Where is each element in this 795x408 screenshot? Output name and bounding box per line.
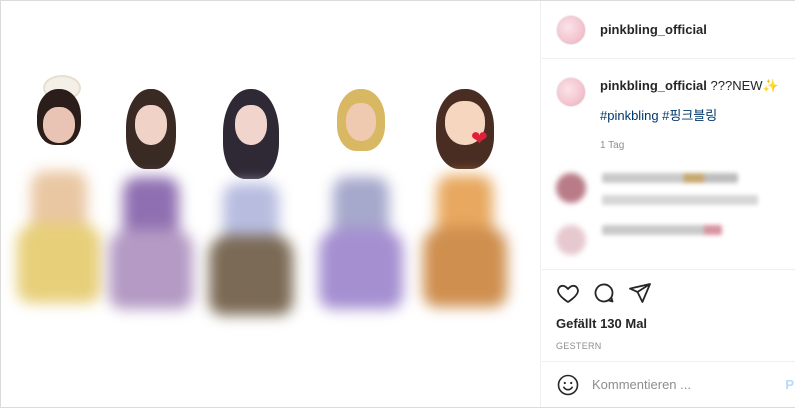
paper-plane-icon	[629, 283, 651, 303]
outfit-figure-5: ❤	[415, 71, 515, 321]
blurred-comment-2	[556, 225, 782, 255]
post-image[interactable]: ❤	[1, 1, 541, 407]
post-comment-button[interactable]: P	[785, 377, 794, 392]
add-comment-bar: P	[542, 361, 795, 407]
outfit-figure-3	[201, 71, 301, 321]
comments-section: pinkbling_official ???NEW✨ #pinkbling #핑…	[542, 59, 795, 269]
actions-bar: Gefällt 130 Mal GESTERN	[542, 269, 795, 351]
post-date[interactable]: GESTERN	[552, 341, 786, 351]
caption-row: pinkbling_official ???NEW✨ #pinkbling #핑…	[556, 77, 782, 155]
hashtags[interactable]: #pinkbling #핑크블링	[600, 107, 779, 125]
sparkle-icon: ✨	[762, 78, 779, 93]
outfit-figure-1	[9, 71, 109, 321]
smiley-icon[interactable]	[556, 373, 580, 397]
caption-username[interactable]: pinkbling_official	[600, 78, 707, 93]
caption-avatar[interactable]	[556, 77, 586, 107]
share-button[interactable]	[624, 277, 656, 309]
outfit-figure-4	[311, 71, 411, 321]
blurred-comment-1	[556, 173, 782, 217]
header-username[interactable]: pinkbling_official	[600, 22, 707, 37]
avatar[interactable]	[556, 14, 586, 45]
heart-sticker-icon: ❤	[471, 128, 488, 150]
post-side-panel: pinkbling_official pinkbling_official ??…	[542, 1, 795, 407]
blurred-avatar	[556, 225, 586, 255]
post-card: ❤ pinkbling_official pinkbling_official …	[0, 0, 795, 408]
outfit-figure-2	[101, 71, 201, 321]
caption-text: ???NEW	[710, 78, 763, 93]
caption-line: pinkbling_official ???NEW✨	[600, 77, 779, 95]
like-button[interactable]	[552, 277, 584, 309]
timestamp[interactable]: 1 Tag	[600, 137, 779, 155]
heart-icon	[557, 284, 579, 303]
blurred-avatar	[556, 173, 586, 203]
likes-count[interactable]: Gefällt 130 Mal	[552, 316, 786, 331]
comment-button[interactable]	[588, 277, 620, 309]
comment-input[interactable]	[592, 377, 762, 392]
post-header: pinkbling_official	[542, 1, 795, 59]
comment-bubble-icon	[594, 283, 614, 303]
